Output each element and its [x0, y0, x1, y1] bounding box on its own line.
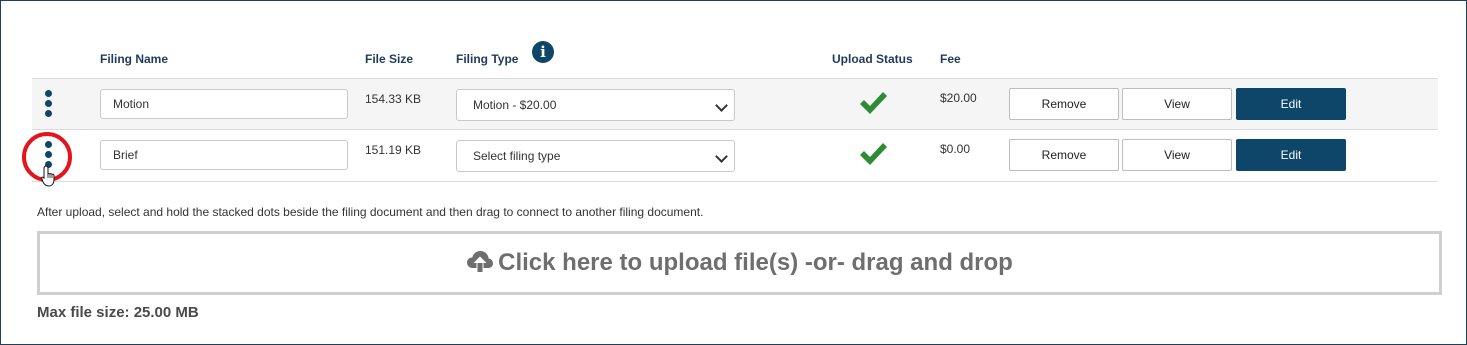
filing-type-value: Select filing type [473, 149, 561, 163]
info-icon[interactable]: i [532, 41, 554, 63]
check-icon [860, 92, 887, 114]
filing-type-value: Motion - $20.00 [473, 98, 557, 112]
max-file-size: Max file size: 25.00 MB [37, 304, 199, 321]
fee-value: $20.00 [940, 91, 977, 105]
file-size: 151.19 KB [365, 143, 422, 157]
table-row: 151.19 KB Select filing type $0.00 Remov… [32, 129, 1438, 182]
header-filing-name: Filing Name [100, 52, 169, 66]
upload-label: Click here to upload file(s) -or- drag a… [498, 249, 1013, 276]
filing-type-select[interactable]: Select filing type [456, 140, 735, 172]
chevron-down-icon [715, 99, 728, 112]
filing-name-input[interactable] [100, 140, 348, 170]
drag-help-text: After upload, select and hold the stacke… [37, 205, 704, 219]
chevron-down-icon [715, 150, 728, 163]
remove-button[interactable]: Remove [1009, 88, 1119, 120]
check-icon [860, 143, 887, 165]
filing-upload-panel: Filing Name File Size Filing Type i Uplo… [0, 0, 1467, 345]
edit-button[interactable]: Edit [1236, 139, 1346, 171]
header-file-size: File Size [365, 52, 414, 66]
remove-button[interactable]: Remove [1009, 139, 1119, 171]
view-button[interactable]: View [1122, 139, 1232, 171]
view-button[interactable]: View [1122, 88, 1232, 120]
edit-button[interactable]: Edit [1236, 88, 1346, 120]
file-size: 154.33 KB [365, 92, 422, 106]
upload-dropzone[interactable]: Click here to upload file(s) -or- drag a… [37, 231, 1442, 295]
header-upload-status: Upload Status [832, 52, 913, 66]
header-fee: Fee [940, 52, 961, 66]
fee-value: $0.00 [940, 142, 971, 156]
filing-name-input[interactable] [100, 89, 348, 119]
filing-type-select[interactable]: Motion - $20.00 [456, 89, 735, 121]
cloud-upload-icon [467, 250, 494, 272]
drag-handle-icon[interactable] [45, 90, 53, 118]
hand-cursor-icon [41, 165, 55, 187]
table-row: 154.33 KB Motion - $20.00 $20.00 Remove … [32, 78, 1438, 130]
header-filing-type: Filing Type [456, 52, 519, 66]
